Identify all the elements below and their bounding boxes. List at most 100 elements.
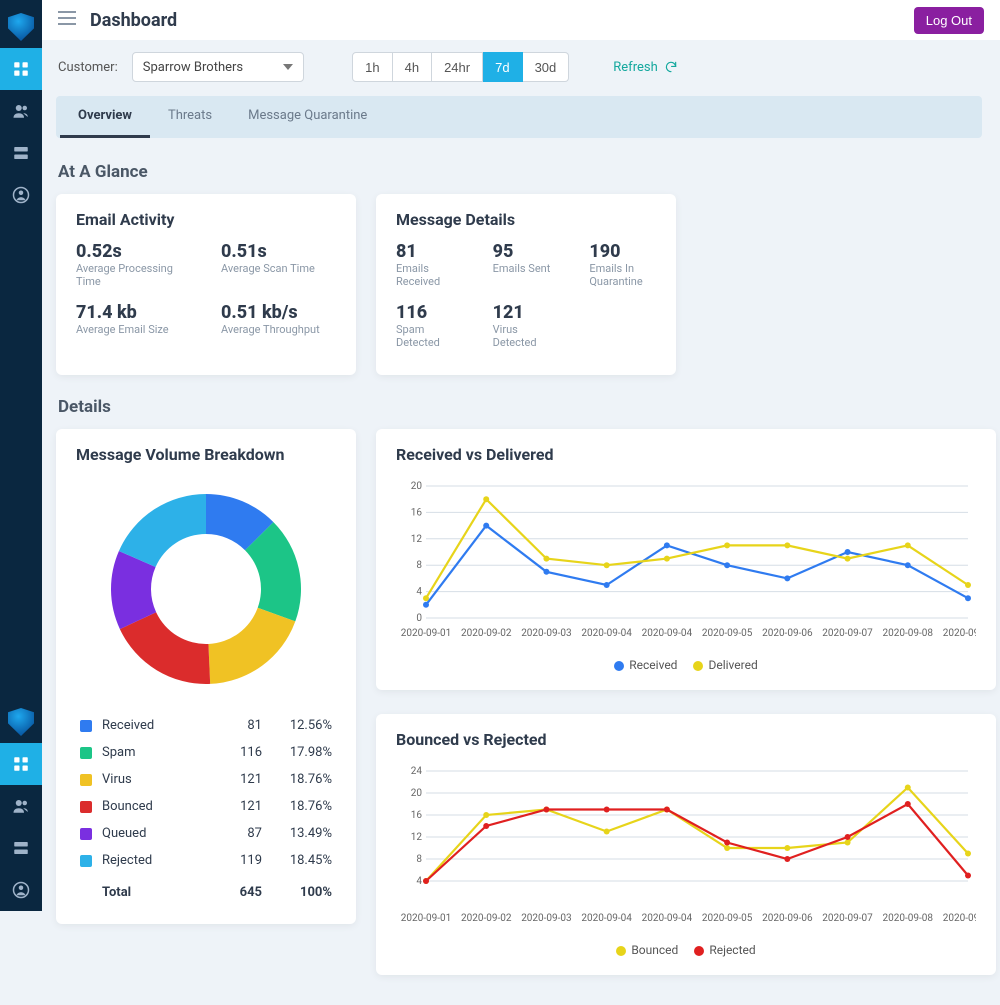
svg-text:8: 8 (416, 854, 422, 865)
stat-label: Emails In Quarantine (589, 262, 656, 288)
stat-label: Emails Sent (493, 262, 560, 275)
card-title-recv-deliv: Received vs Delivered (396, 445, 976, 464)
svg-text:2020-09-01: 2020-09-01 (401, 913, 452, 924)
tab-threats[interactable]: Threats (150, 96, 230, 138)
sidebar-logo-footer[interactable] (0, 701, 42, 743)
tab-overview[interactable]: Overview (60, 96, 150, 138)
legend-row-bounced: Bounced12118.76% (76, 793, 336, 820)
users-icon (12, 102, 30, 120)
legend-entry-delivered: Delivered (693, 658, 757, 672)
range-button-30d[interactable]: 30d (523, 52, 570, 82)
toolbar: Customer: Sparrow Brothers 1h4h24hr7d30d… (42, 40, 1000, 82)
line-chart-bounced-rejected: 48121620242020-09-012020-09-022020-09-03… (396, 761, 976, 931)
sidebar-item-servers[interactable] (0, 132, 42, 174)
stat-value: 190 (589, 241, 656, 262)
legend-pct: 18.76% (262, 799, 332, 814)
legend-pct: 17.98% (262, 745, 332, 760)
svg-text:20: 20 (411, 481, 423, 492)
line-chart-received-delivered: 0481216202020-09-012020-09-022020-09-032… (396, 476, 976, 646)
range-button-7d[interactable]: 7d (483, 52, 522, 82)
legend-swatch (80, 828, 92, 840)
svg-text:4: 4 (416, 587, 422, 598)
refresh-icon (664, 60, 678, 74)
card-title-bounce-reject: Bounced vs Rejected (396, 730, 976, 749)
svg-text:2020-09-07: 2020-09-07 (822, 913, 873, 924)
shield-icon (8, 708, 34, 736)
legend-entry-bounced: Bounced (616, 943, 678, 957)
sidebar-item-account[interactable] (0, 174, 42, 216)
legend-count: 121 (202, 799, 262, 814)
customer-select[interactable]: Sparrow Brothers (132, 52, 304, 82)
stat-value: 0.51 kb/s (221, 302, 336, 323)
stat-value: 0.52s (76, 241, 191, 262)
svg-text:0: 0 (416, 613, 422, 624)
legend-swatch (80, 855, 92, 867)
svg-text:2020-09-08: 2020-09-08 (883, 913, 934, 924)
legend-count: 116 (202, 745, 262, 760)
card-bounced-rejected: Bounced vs Rejected 48121620242020-09-01… (376, 714, 996, 975)
legend-row-received: Received8112.56% (76, 712, 336, 739)
svg-text:2020-09-05: 2020-09-05 (702, 913, 753, 924)
sidebar-item-servers-footer[interactable] (0, 827, 42, 869)
grid-icon (12, 755, 30, 773)
tab-message-quarantine[interactable]: Message Quarantine (230, 96, 385, 138)
legend-name: Spam (102, 745, 202, 760)
legend-name: Virus (102, 772, 202, 787)
svg-text:2020-09-01: 2020-09-01 (401, 628, 452, 639)
svg-text:20: 20 (411, 788, 423, 799)
stat-value: 81 (396, 241, 463, 262)
legend-row-total: Total645100% (76, 874, 336, 906)
server-icon (12, 144, 30, 162)
range-button-1h[interactable]: 1h (352, 52, 392, 82)
svg-text:8: 8 (416, 560, 422, 571)
sidebar-item-users[interactable] (0, 90, 42, 132)
svg-text:2020-09-06: 2020-09-06 (762, 913, 813, 924)
stat-value: 121 (493, 302, 560, 323)
sidebar-item-account-footer[interactable] (0, 869, 42, 911)
sidebar-logo[interactable] (0, 6, 42, 48)
svg-text:2020-09-04: 2020-09-04 (581, 628, 632, 639)
card-received-delivered: Received vs Delivered 0481216202020-09-0… (376, 429, 996, 690)
topbar: Dashboard Log Out (42, 0, 1000, 40)
legend-swatch (80, 801, 92, 813)
stat-value: 71.4 kb (76, 302, 191, 323)
sidebar-item-users-footer[interactable] (0, 785, 42, 827)
refresh-label: Refresh (613, 60, 657, 75)
stat-label: Emails Received (396, 262, 463, 288)
card-title-breakdown: Message Volume Breakdown (76, 445, 336, 464)
legend-count: 81 (202, 718, 262, 733)
legend-row-rejected: Rejected11918.45% (76, 847, 336, 874)
svg-text:2020-09-02: 2020-09-02 (461, 628, 512, 639)
sidebar-item-dashboard[interactable] (0, 48, 42, 90)
legend-name: Rejected (102, 853, 202, 868)
svg-text:12: 12 (411, 534, 423, 545)
section-title-glance: At A Glance (58, 162, 982, 182)
sidebar-item-dashboard-footer[interactable] (0, 743, 42, 785)
range-button-24hr[interactable]: 24hr (432, 52, 483, 82)
server-icon (12, 839, 30, 857)
svg-text:2020-09-02: 2020-09-02 (461, 913, 512, 924)
svg-text:2020-09-03: 2020-09-03 (521, 628, 572, 639)
legend-row-spam: Spam11617.98% (76, 739, 336, 766)
legend-name: Total (102, 885, 202, 900)
stat-label: Average Throughput (221, 323, 336, 336)
legend-pct: 13.49% (262, 826, 332, 841)
card-volume-breakdown: Message Volume Breakdown Received8112.56… (56, 429, 356, 924)
svg-text:2020-09-08: 2020-09-08 (883, 628, 934, 639)
logout-button[interactable]: Log Out (914, 7, 984, 34)
menu-toggle-icon[interactable] (58, 11, 76, 29)
stat-value: 116 (396, 302, 463, 323)
svg-text:2020-09-04: 2020-09-04 (642, 628, 693, 639)
stat-label: Spam Detected (396, 323, 463, 349)
customer-value: Sparrow Brothers (143, 60, 243, 75)
range-button-4h[interactable]: 4h (393, 52, 432, 82)
legend-name: Queued (102, 826, 202, 841)
breakdown-legend: Received8112.56%Spam11617.98%Virus12118.… (76, 712, 336, 906)
svg-text:16: 16 (411, 810, 423, 821)
legend-count: 121 (202, 772, 262, 787)
svg-text:2020-09-08: 2020-09-08 (943, 913, 976, 924)
svg-text:2020-09-03: 2020-09-03 (521, 913, 572, 924)
card-title-message-details: Message Details (396, 210, 656, 229)
refresh-button[interactable]: Refresh (613, 60, 677, 75)
legend-pct: 100% (262, 885, 332, 900)
